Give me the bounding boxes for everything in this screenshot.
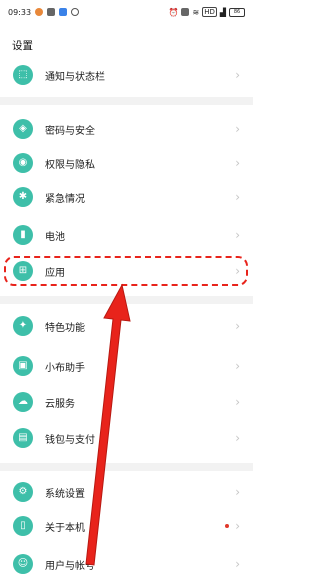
notification-icon: ⬚: [13, 65, 33, 85]
cloud-icon: ☁: [13, 392, 33, 412]
section-divider: [0, 97, 253, 105]
settings-item-about[interactable]: ▯ 关于本机 ›: [0, 507, 253, 545]
status-bar: 09:33 ⏰ ≋ HD ▟ 86: [0, 0, 253, 24]
wallet-icon: ▤: [13, 428, 33, 448]
system-gear-icon: ⚙: [13, 482, 33, 502]
notification-app-icon: [35, 8, 44, 16]
chevron-right-icon: ›: [235, 228, 240, 242]
settings-item-notifications[interactable]: ⬚ 通知与状态栏 ›: [0, 56, 253, 94]
settings-item-assistant[interactable]: ▣ 小布助手 ›: [0, 347, 253, 385]
section-divider: [0, 296, 253, 304]
chevron-right-icon: ›: [235, 68, 240, 82]
status-left: 09:33: [8, 7, 80, 17]
settings-item-password-security[interactable]: ◈ 密码与安全 ›: [0, 110, 253, 148]
phone-icon: ▯: [13, 516, 33, 536]
settings-item-label: 关于本机: [45, 522, 85, 534]
settings-item-wallet[interactable]: ▤ 钱包与支付 ›: [0, 419, 253, 457]
settings-item-label: 紧急情况: [45, 193, 85, 205]
user-icon: ☺: [13, 554, 33, 574]
apps-grid-icon: ⊞: [13, 261, 33, 281]
status-time: 09:33: [8, 7, 32, 17]
settings-item-label: 特色功能: [45, 322, 85, 334]
assistant-icon: ▣: [13, 356, 33, 376]
signal-icon: ▟: [219, 7, 226, 17]
status-right: ⏰ ≋ HD ▟ 86: [169, 7, 245, 17]
chevron-right-icon: ›: [235, 156, 240, 170]
hd-label: HD: [202, 7, 217, 17]
alarm-icon: ⏰: [168, 7, 179, 17]
settings-item-features[interactable]: ✦ 特色功能 ›: [0, 307, 253, 345]
settings-item-label: 应用: [45, 267, 65, 279]
settings-item-cloud[interactable]: ☁ 云服务 ›: [0, 383, 253, 421]
emergency-icon: ✱: [13, 187, 33, 207]
feature-icon: ✦: [13, 316, 33, 336]
notification-app-icon: [47, 8, 56, 16]
privacy-eye-icon: ◉: [13, 153, 33, 173]
settings-item-accounts[interactable]: ☺ 用户与帐号 ›: [0, 545, 253, 583]
chevron-right-icon: ›: [235, 190, 240, 204]
settings-item-label: 云服务: [45, 398, 75, 410]
settings-item-battery[interactable]: ▮ 电池 ›: [0, 216, 253, 254]
battery-icon: 86: [229, 7, 245, 17]
chevron-right-icon: ›: [235, 519, 240, 533]
chevron-right-icon: ›: [235, 122, 240, 136]
settings-item-label: 电池: [45, 231, 65, 243]
wifi-icon: ≋: [192, 7, 200, 17]
page-title: 设置: [12, 40, 33, 52]
settings-item-label: 用户与帐号: [45, 560, 95, 572]
settings-item-label: 小布助手: [45, 362, 85, 374]
settings-item-label: 权限与隐私: [45, 159, 95, 171]
settings-item-privacy[interactable]: ◉ 权限与隐私 ›: [0, 144, 253, 182]
battery-level: 86: [233, 8, 241, 15]
shield-icon: ◈: [13, 119, 33, 139]
settings-item-label: 系统设置: [45, 488, 85, 500]
chevron-right-icon: ›: [235, 319, 240, 333]
settings-item-apps[interactable]: ⊞ 应用 ›: [0, 252, 253, 290]
settings-item-system[interactable]: ⚙ 系统设置 ›: [0, 473, 253, 511]
chevron-right-icon: ›: [235, 395, 240, 409]
battery-icon: ▮: [13, 225, 33, 245]
notification-app-icon: [59, 8, 68, 16]
chevron-right-icon: ›: [235, 485, 240, 499]
settings-item-label: 通知与状态栏: [45, 71, 105, 83]
chevron-right-icon: ›: [235, 264, 240, 278]
settings-item-emergency[interactable]: ✱ 紧急情况 ›: [0, 178, 253, 216]
chevron-right-icon: ›: [235, 359, 240, 373]
nfc-icon: [181, 8, 190, 16]
section-divider: [0, 463, 253, 471]
notification-app-icon: [71, 8, 80, 16]
settings-item-label: 密码与安全: [45, 125, 95, 137]
chevron-right-icon: ›: [235, 431, 240, 445]
settings-item-label: 钱包与支付: [45, 434, 95, 446]
update-badge: [225, 524, 229, 528]
